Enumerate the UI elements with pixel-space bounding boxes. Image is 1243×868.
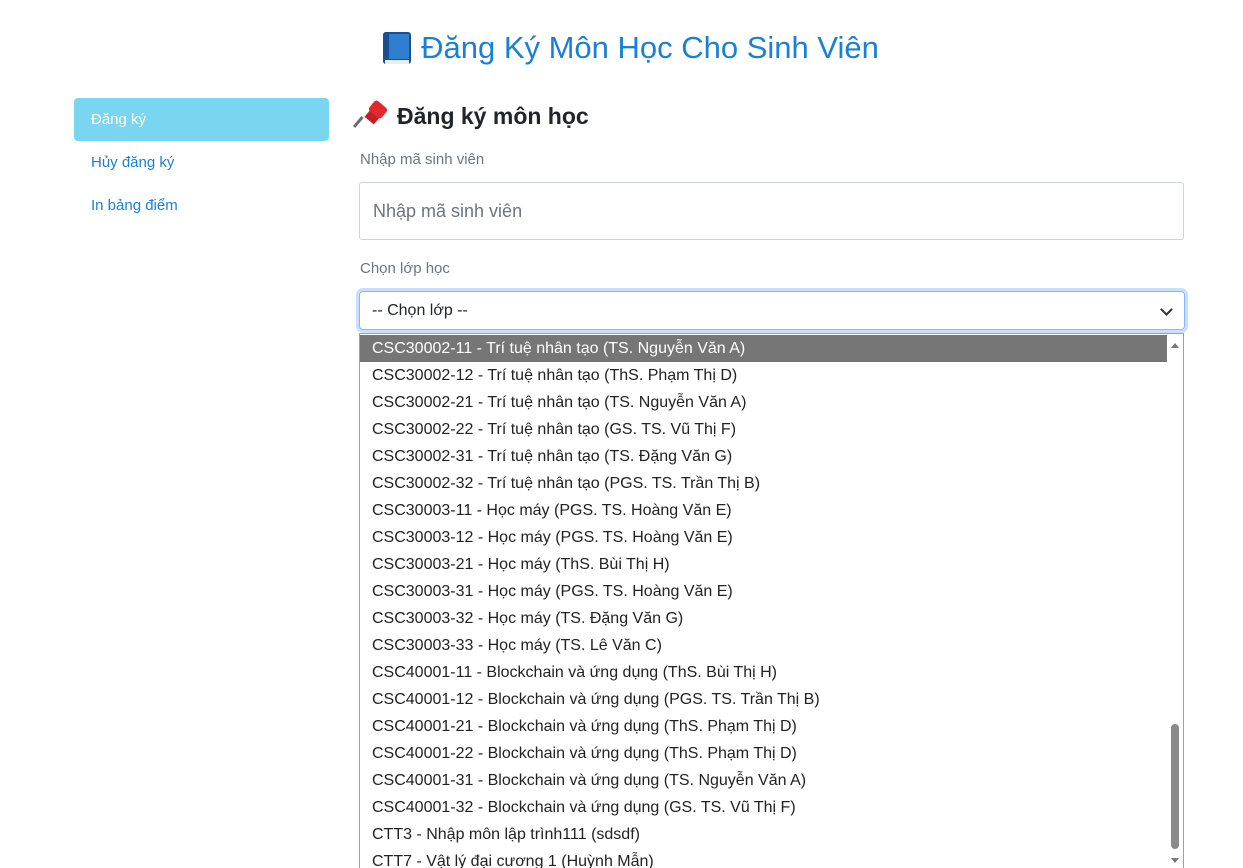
page-title: Đăng Ký Môn Học Cho Sinh Viên <box>0 30 1243 66</box>
chevron-down-icon <box>1160 305 1172 317</box>
class-option[interactable]: CTT7 - Vật lý đại cương 1 (Huỳnh Mẫn) <box>360 848 1168 868</box>
class-option[interactable]: CSC30003-31 - Học máy (PGS. TS. Hoàng Vă… <box>360 578 1168 605</box>
student-id-input[interactable]: Nhập mã sinh viên <box>359 182 1184 240</box>
class-option[interactable]: CSC30002-31 - Trí tuệ nhân tạo (TS. Đặng… <box>360 443 1168 470</box>
class-option[interactable]: CSC30002-22 - Trí tuệ nhân tạo (GS. TS. … <box>360 416 1168 443</box>
sidebar: Đăng ký Hủy đăng ký In bảng điểm <box>74 98 329 227</box>
scroll-thumb[interactable] <box>1171 724 1179 849</box>
book-icon <box>381 30 413 66</box>
sidebar-item-register[interactable]: Đăng ký <box>74 98 329 141</box>
class-option[interactable]: CSC30003-12 - Học máy (PGS. TS. Hoàng Vă… <box>360 524 1168 551</box>
sidebar-item-print-transcript[interactable]: In bảng điểm <box>74 184 329 227</box>
sidebar-item-cancel-registration[interactable]: Hủy đăng ký <box>74 141 329 184</box>
class-option[interactable]: CSC40001-22 - Blockchain và ứng dụng (Th… <box>360 740 1168 767</box>
class-option[interactable]: CSC30003-21 - Học máy (ThS. Bùi Thị H) <box>360 551 1168 578</box>
class-options-dropdown[interactable]: CSC30002-11 - Trí tuệ nhân tạo (TS. Nguy… <box>359 333 1184 868</box>
class-option[interactable]: CSC40001-32 - Blockchain và ứng dụng (GS… <box>360 794 1168 821</box>
section-title-text: Đăng ký môn học <box>397 102 589 129</box>
scroll-down-icon[interactable] <box>1171 858 1179 863</box>
section-title: Đăng ký môn học <box>352 98 1184 134</box>
class-select-label: Chọn lớp học <box>360 260 450 277</box>
class-option[interactable]: CSC40001-21 - Blockchain và ứng dụng (Th… <box>360 713 1168 740</box>
registration-form: Đăng ký môn học Nhập mã sinh viên Nhập m… <box>352 98 1185 330</box>
class-option[interactable]: CSC40001-12 - Blockchain và ứng dụng (PG… <box>360 686 1168 713</box>
scroll-up-icon[interactable] <box>1171 343 1179 348</box>
class-option[interactable]: CSC40001-31 - Blockchain và ứng dụng (TS… <box>360 767 1168 794</box>
student-id-label: Nhập mã sinh viên <box>360 151 485 168</box>
student-id-placeholder: Nhập mã sinh viên <box>373 200 523 221</box>
class-select[interactable]: -- Chọn lớp -- <box>359 291 1185 330</box>
class-option[interactable]: CSC30002-11 - Trí tuệ nhân tạo (TS. Nguy… <box>360 335 1168 362</box>
dropdown-scrollbar[interactable] <box>1167 334 1183 868</box>
class-select-value: -- Chọn lớp -- <box>372 301 468 319</box>
option-list: CSC30002-11 - Trí tuệ nhân tạo (TS. Nguy… <box>360 335 1168 868</box>
class-option[interactable]: CSC30002-32 - Trí tuệ nhân tạo (PGS. TS.… <box>360 470 1168 497</box>
class-option[interactable]: CSC30003-32 - Học máy (TS. Đặng Văn G) <box>360 605 1168 632</box>
pushpin-icon <box>352 99 389 131</box>
class-option[interactable]: CSC30003-11 - Học máy (PGS. TS. Hoàng Vă… <box>360 497 1168 524</box>
page-title-text: Đăng Ký Môn Học Cho Sinh Viên <box>421 30 879 65</box>
class-option[interactable]: CSC30002-21 - Trí tuệ nhân tạo (TS. Nguy… <box>360 389 1168 416</box>
class-option[interactable]: CTT3 - Nhập môn lập trình111 (sdsdf) <box>360 821 1168 848</box>
class-option[interactable]: CSC40001-11 - Blockchain và ứng dụng (Th… <box>360 659 1168 686</box>
class-option[interactable]: CSC30003-33 - Học máy (TS. Lê Văn C) <box>360 632 1168 659</box>
class-option[interactable]: CSC30002-12 - Trí tuệ nhân tạo (ThS. Phạ… <box>360 362 1168 389</box>
